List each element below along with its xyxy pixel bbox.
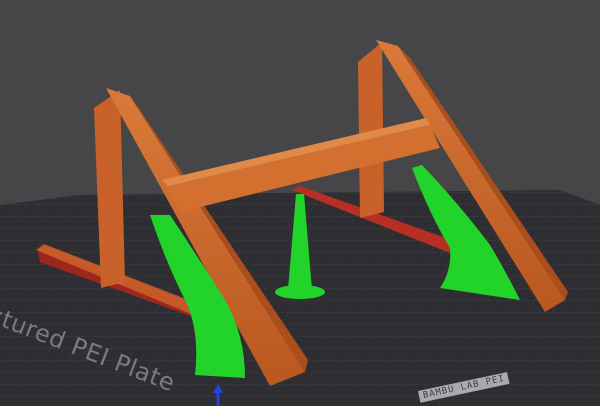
support-cone-base: [275, 285, 325, 299]
3d-viewport[interactable]: xtured PEI Plate BAMBU LAB PEI: [0, 0, 600, 406]
